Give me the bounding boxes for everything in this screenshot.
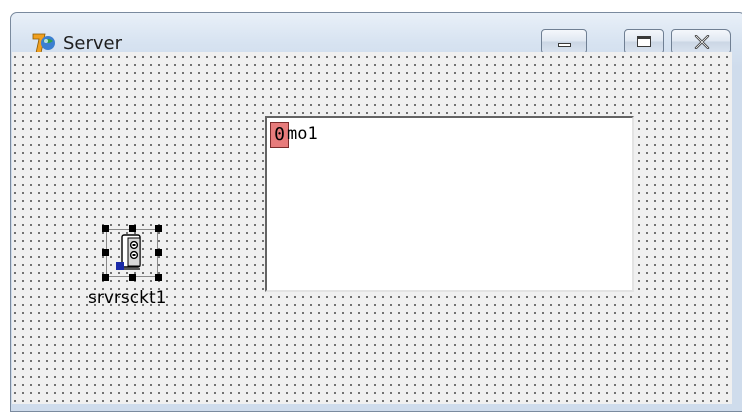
selection-handle[interactable] [155,274,162,281]
selection-handle[interactable] [155,225,162,232]
server-socket-component[interactable] [102,225,162,281]
selection-handle[interactable] [102,225,109,232]
memo-text: mo1 [287,124,318,144]
maximize-button[interactable] [624,29,664,54]
close-icon [694,35,710,49]
minimize-button[interactable] [541,29,587,54]
selection-anchor-handle[interactable] [116,262,124,270]
selection-handle[interactable] [129,274,136,281]
window-title: Server [63,33,123,54]
memo-component[interactable]: 0 mo1 [265,116,634,292]
close-button[interactable] [671,29,731,54]
selection-handle[interactable] [102,249,109,256]
selection-handle[interactable] [155,249,162,256]
selection-handle[interactable] [129,225,136,232]
selection-handle[interactable] [102,274,109,281]
component-name-label: srvrsckt1 [88,288,167,308]
